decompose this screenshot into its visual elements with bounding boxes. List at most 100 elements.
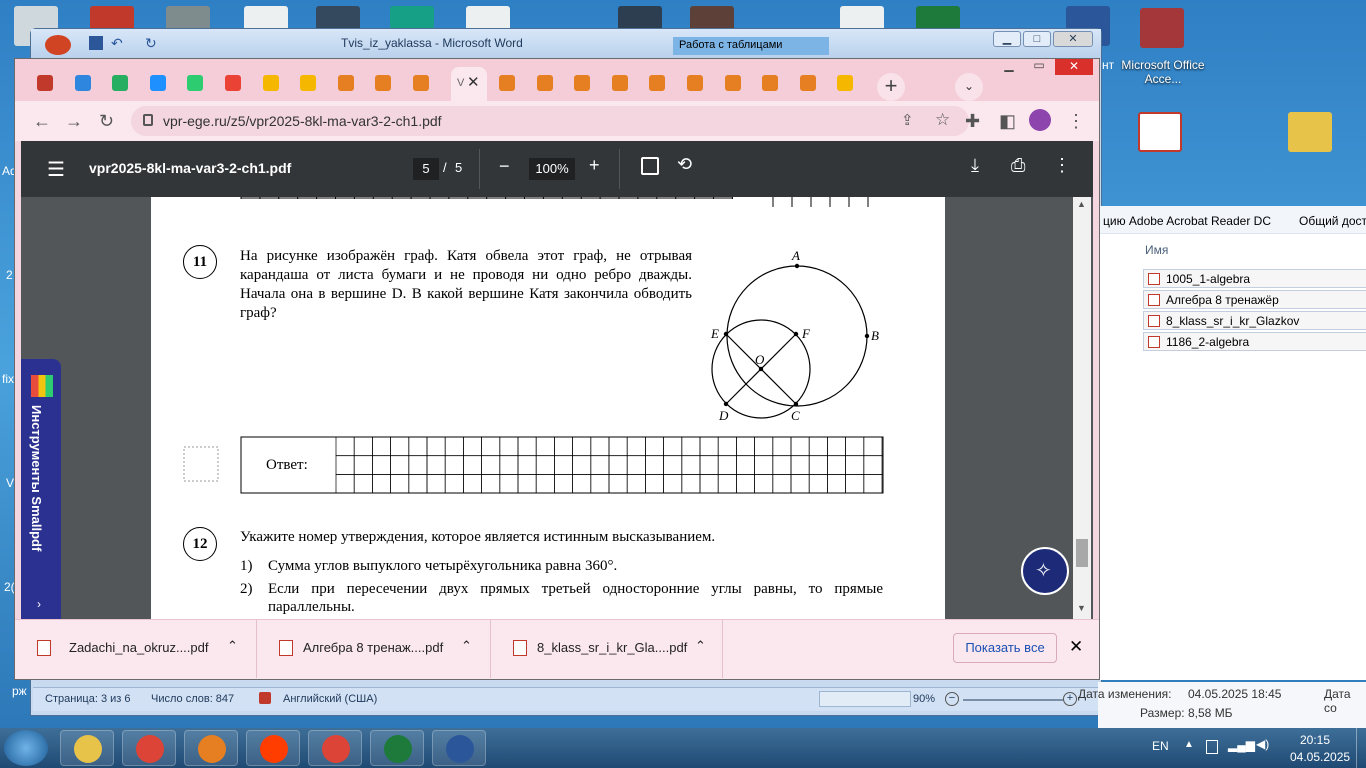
answer-cell[interactable]	[790, 474, 810, 494]
answer-cell[interactable]	[863, 436, 883, 457]
taskbar-app[interactable]	[184, 730, 238, 766]
answer-cell[interactable]	[736, 474, 755, 494]
answer-cell[interactable]	[335, 436, 355, 457]
answer-cell[interactable]	[590, 474, 610, 494]
download-icon[interactable]: ⤓	[971, 155, 979, 176]
answer-cell[interactable]	[463, 474, 482, 494]
new-tab-button[interactable]: +	[877, 73, 905, 101]
answer-cell[interactable]	[590, 436, 610, 457]
answer-cell[interactable]	[772, 455, 792, 475]
taskbar-app[interactable]	[60, 730, 114, 766]
tab[interactable]	[564, 69, 600, 97]
answer-cell[interactable]	[681, 474, 701, 494]
tab[interactable]	[677, 69, 713, 97]
answer-cell[interactable]	[663, 436, 683, 457]
answer-cell[interactable]	[426, 436, 446, 457]
magic-wand-button[interactable]: ✧	[1021, 547, 1069, 595]
answer-cell[interactable]	[554, 455, 573, 475]
word-zoom-level[interactable]: 90%	[913, 693, 935, 705]
taskbar-app[interactable]	[308, 730, 362, 766]
answer-cell[interactable]	[554, 436, 573, 457]
tab-active[interactable]: V ✕	[451, 67, 487, 101]
column-header-name[interactable]: Имя	[1145, 243, 1168, 257]
answer-cell[interactable]	[554, 474, 573, 494]
tab[interactable]	[215, 69, 251, 97]
rotate-icon[interactable]: ⟲	[677, 154, 692, 175]
download-item[interactable]: Алгебра 8 тренаж....pdf ⌃	[257, 620, 491, 678]
answer-cell[interactable]	[845, 436, 865, 457]
answer-cell[interactable]	[808, 474, 828, 494]
answer-cell[interactable]	[608, 474, 628, 494]
fit-to-page-icon[interactable]	[641, 157, 659, 175]
url-bar[interactable]: vpr-ege.ru/z5/vpr2025-8kl-ma-var3-2-ch1.…	[131, 106, 969, 136]
word-language[interactable]: Английский (США)	[283, 693, 377, 705]
scroll-up-arrow[interactable]: ▲	[1077, 199, 1086, 209]
tab[interactable]	[65, 69, 101, 97]
answer-cell[interactable]	[863, 474, 883, 494]
answer-cell[interactable]	[608, 436, 628, 457]
answer-cell[interactable]	[481, 436, 501, 457]
answer-cell[interactable]	[408, 474, 428, 494]
answer-cell[interactable]	[444, 474, 464, 494]
word-minimize-button[interactable]: ▁	[993, 31, 1021, 47]
answer-cell[interactable]	[535, 436, 555, 457]
side-panel-icon[interactable]: ◧	[999, 111, 1016, 132]
answer-cell[interactable]	[335, 474, 355, 494]
answer-cell[interactable]	[808, 455, 828, 475]
answer-cell[interactable]	[499, 436, 519, 457]
pdf-icon[interactable]	[1138, 112, 1182, 152]
zoom-out-icon[interactable]: −	[499, 156, 510, 177]
answer-cell[interactable]	[827, 455, 846, 475]
answer-cell[interactable]	[754, 455, 774, 475]
pdf-menu-icon[interactable]: ☰	[47, 157, 65, 182]
answer-cell[interactable]	[353, 474, 373, 494]
clock-date[interactable]: 04.05.2025	[1290, 750, 1350, 764]
answer-cell[interactable]	[372, 455, 391, 475]
extensions-icon[interactable]: ✚	[965, 111, 980, 132]
answer-cell[interactable]	[845, 455, 865, 475]
answer-cell[interactable]	[463, 455, 482, 475]
answer-cell[interactable]	[736, 436, 755, 457]
answer-cell[interactable]	[717, 474, 737, 494]
close-downloads-icon[interactable]: ✕	[1069, 637, 1083, 657]
answer-cell[interactable]	[481, 474, 501, 494]
access-shortcut-label[interactable]: Microsoft Office Acce...	[1118, 58, 1208, 86]
answer-grid[interactable]	[335, 436, 883, 494]
word-close-button[interactable]: ✕	[1053, 31, 1093, 47]
tab[interactable]	[527, 69, 563, 97]
save-icon[interactable]	[89, 36, 103, 50]
answer-cell[interactable]	[736, 455, 755, 475]
tab[interactable]	[290, 69, 326, 97]
answer-cell[interactable]	[827, 436, 846, 457]
answer-cell[interactable]	[845, 474, 865, 494]
chrome-minimize-button[interactable]: ▁	[997, 59, 1021, 73]
chevron-up-icon[interactable]: ⌃	[461, 638, 472, 654]
answer-cell[interactable]	[390, 474, 410, 494]
answer-cell[interactable]	[463, 436, 482, 457]
pdf-viewport[interactable]: A B C D E F O 11 На рисунке изображён гр…	[21, 197, 1093, 619]
word-titlebar[interactable]: ↶ ↻ Tvis_iz_yaklassa - Microsoft Word Ра…	[31, 29, 1101, 59]
pdf-more-icon[interactable]: ⋮	[1053, 155, 1071, 176]
bookmark-star-icon[interactable]: ☆	[935, 110, 950, 130]
spellcheck-icon[interactable]	[259, 692, 271, 704]
answer-cell[interactable]	[499, 455, 519, 475]
answer-cell[interactable]	[754, 436, 774, 457]
pdf-scrollbar[interactable]: ▲ ▼	[1073, 197, 1091, 619]
answer-cell[interactable]	[426, 455, 446, 475]
chevron-up-icon[interactable]: ⌃	[227, 638, 238, 654]
answer-cell[interactable]	[517, 436, 537, 457]
chrome-window[interactable]: V ✕ + ⌄ ▁ ▭ ✕ ← → ↻ vpr-ege.ru/z5/vpr202…	[14, 58, 1100, 680]
download-item[interactable]: Zadachi_na_okruz....pdf ⌃	[15, 620, 257, 678]
back-icon[interactable]: ←	[33, 111, 51, 132]
answer-cell[interactable]	[645, 455, 664, 475]
tray-expand-icon[interactable]: ▲	[1184, 739, 1194, 750]
answer-cell[interactable]	[663, 455, 683, 475]
tab[interactable]	[328, 69, 364, 97]
answer-cell[interactable]	[754, 474, 774, 494]
office-button-icon[interactable]	[45, 35, 71, 55]
answer-cell[interactable]	[426, 474, 446, 494]
answer-cell[interactable]	[626, 436, 646, 457]
chevron-up-icon[interactable]: ⌃	[695, 638, 706, 654]
answer-cell[interactable]	[353, 436, 373, 457]
answer-cell[interactable]	[827, 474, 846, 494]
